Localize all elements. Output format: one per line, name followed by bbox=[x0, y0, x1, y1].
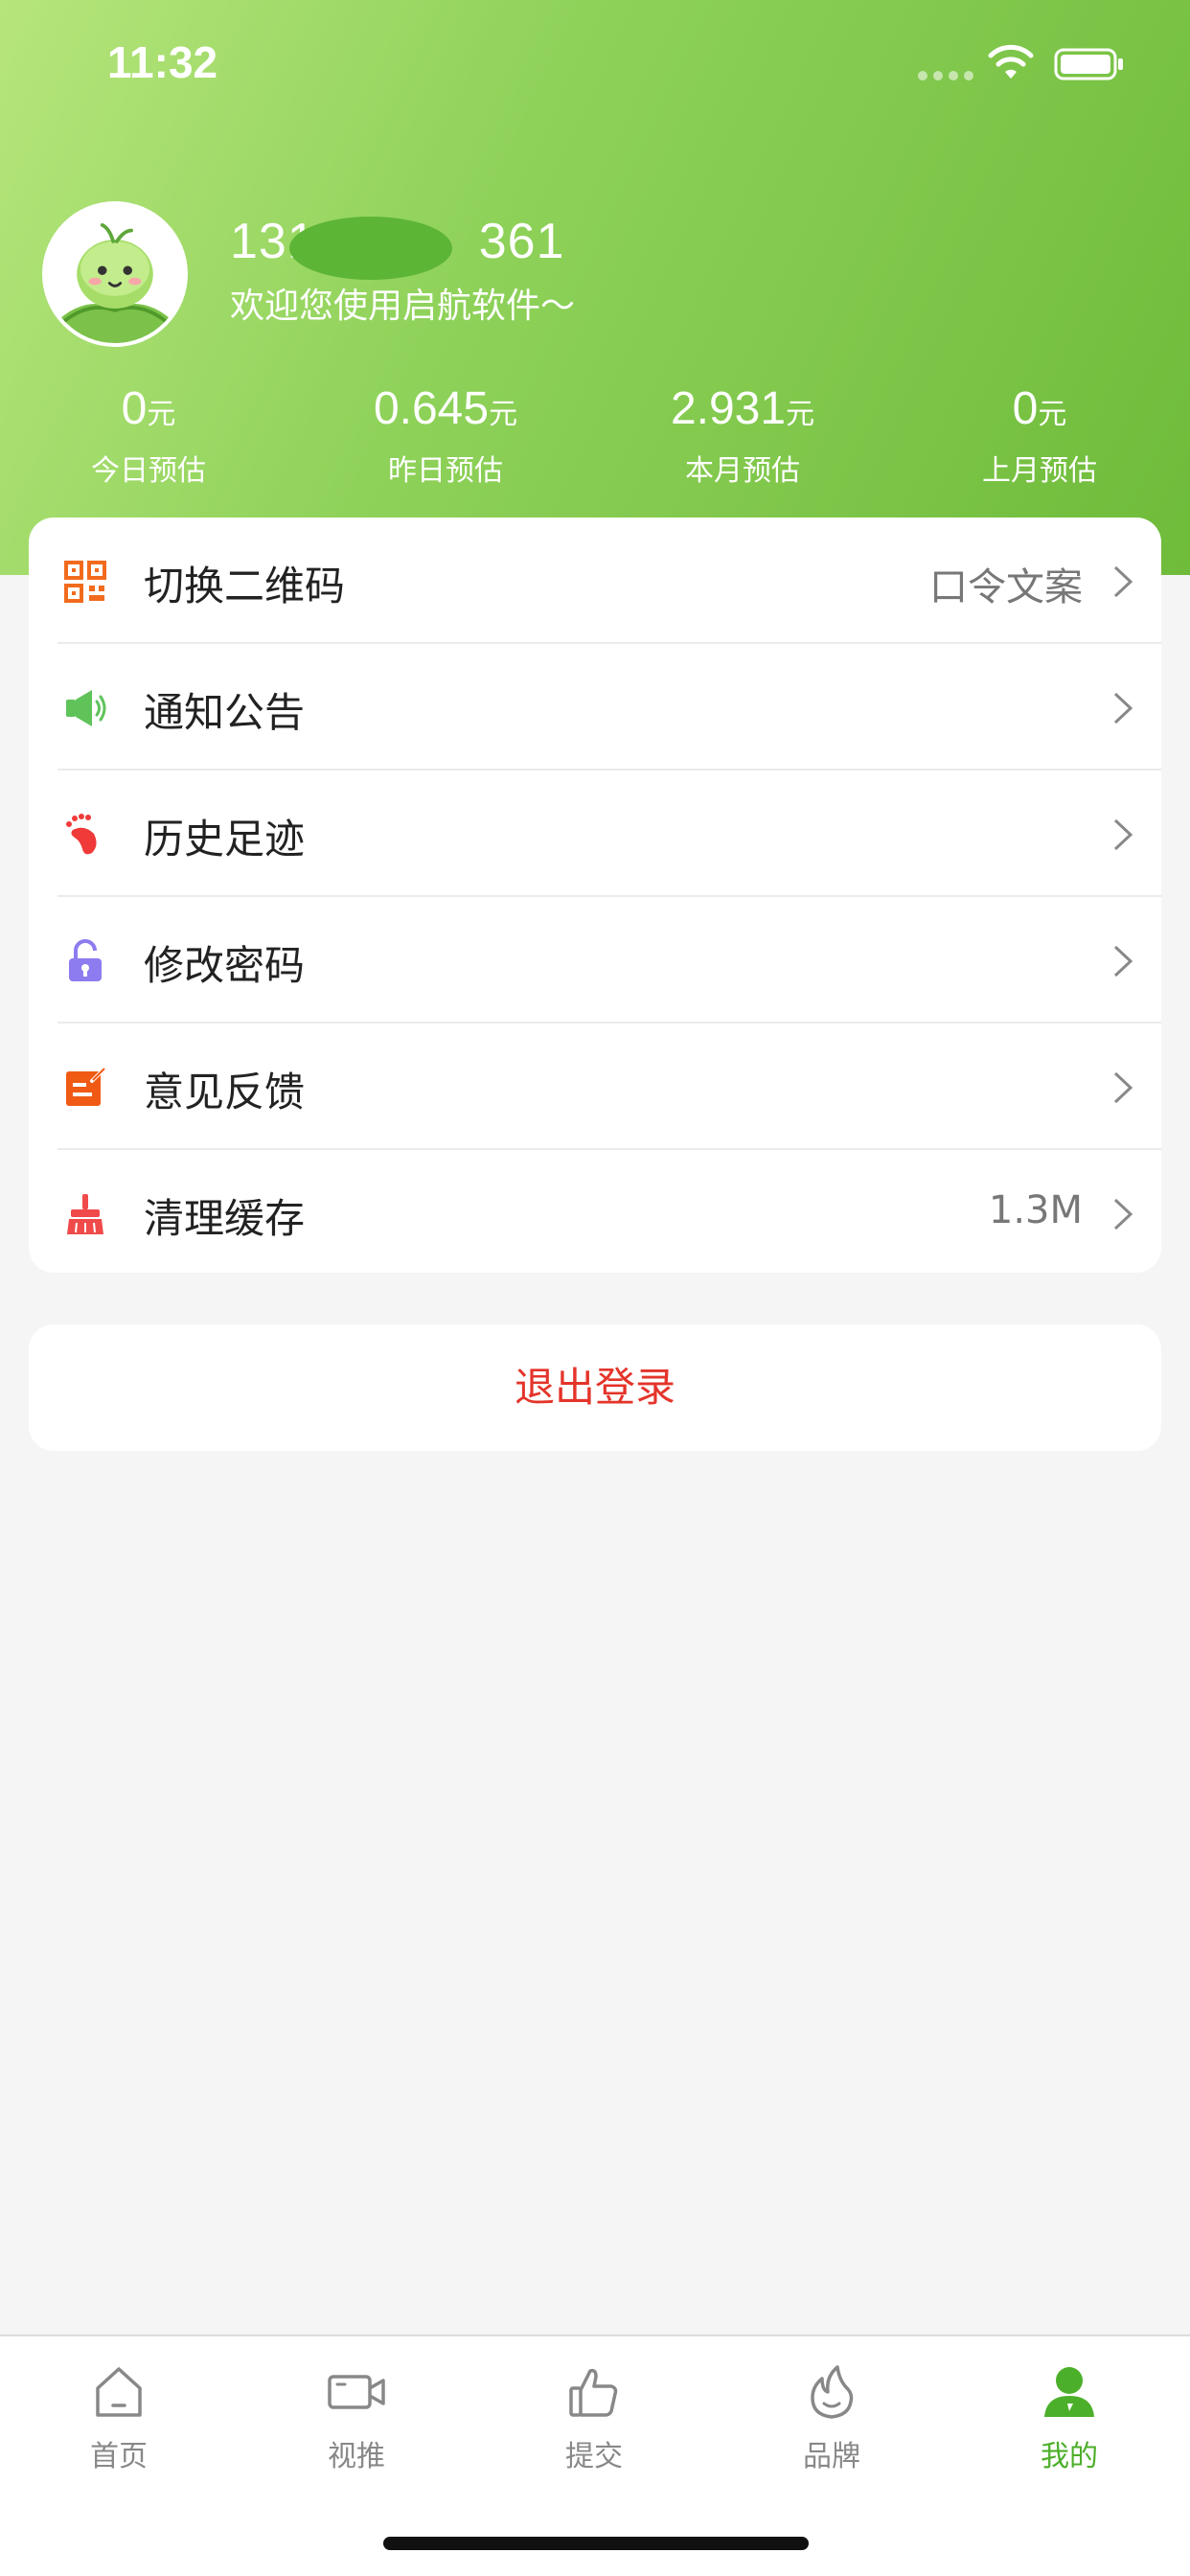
menu-item-label: 通知公告 bbox=[144, 689, 306, 736]
stat-today[interactable]: 0元 今日预估 bbox=[0, 381, 297, 489]
tab-home[interactable]: 首页 bbox=[0, 2361, 238, 2474]
menu-item-label: 意见反馈 bbox=[144, 1069, 306, 1116]
status-time: 11:32 bbox=[107, 37, 218, 87]
footprint-icon bbox=[66, 814, 97, 855]
wifi-icon bbox=[988, 44, 1034, 79]
stat-unit: 元 bbox=[147, 399, 176, 430]
status-bar: 11:32 bbox=[0, 0, 1190, 125]
tab-label: 视推 bbox=[328, 2440, 385, 2473]
thumbs-up-icon bbox=[569, 2368, 618, 2417]
tab-label: 品牌 bbox=[803, 2440, 860, 2473]
menu-item-announcements[interactable]: 通知公告 bbox=[29, 644, 1161, 770]
stat-label: 今日预估 bbox=[91, 453, 206, 488]
stat-unit: 元 bbox=[489, 399, 518, 430]
home-icon bbox=[96, 2367, 142, 2417]
menu-item-value: 口令文案 bbox=[929, 565, 1083, 610]
qr-code-icon bbox=[64, 561, 106, 603]
tab-video[interactable]: 视推 bbox=[238, 2361, 475, 2474]
menu-item-clear-cache[interactable]: 清理缓存 1.3M bbox=[29, 1150, 1161, 1273]
tab-submit[interactable]: 提交 bbox=[475, 2361, 713, 2474]
stat-value: 0 bbox=[1012, 383, 1039, 434]
menu-item-label: 修改密码 bbox=[144, 942, 306, 989]
chevron-right-icon bbox=[1113, 945, 1133, 978]
video-icon bbox=[328, 2375, 385, 2409]
stat-unit: 元 bbox=[786, 399, 815, 430]
tab-label: 提交 bbox=[565, 2440, 623, 2473]
flame-icon bbox=[811, 2365, 854, 2419]
menu-item-value: 1.3M bbox=[988, 1188, 1083, 1232]
menu-item-switch-qr[interactable]: 切换二维码 口令文案 bbox=[29, 518, 1161, 644]
logout-button[interactable]: 退出登录 bbox=[29, 1324, 1161, 1451]
chevron-right-icon bbox=[1113, 1198, 1133, 1230]
stat-value: 2.931 bbox=[670, 383, 787, 434]
lock-icon bbox=[69, 939, 102, 981]
menu-item-feedback[interactable]: 意见反馈 bbox=[29, 1024, 1161, 1150]
stat-label: 上月预估 bbox=[982, 453, 1097, 488]
menu-item-history[interactable]: 历史足迹 bbox=[29, 770, 1161, 897]
phone-redaction-mask bbox=[289, 217, 452, 280]
stat-value: 0 bbox=[121, 383, 148, 434]
avatar[interactable] bbox=[42, 201, 188, 347]
menu-item-label: 切换二维码 bbox=[144, 563, 346, 610]
battery-icon bbox=[1054, 48, 1123, 80]
stat-yesterday[interactable]: 0.645元 昨日预估 bbox=[297, 381, 594, 489]
settings-menu: 切换二维码 口令文案 通知公告 历史足迹 修改密码 意见反馈 清理缓存 1.3M bbox=[29, 518, 1161, 1273]
menu-item-label: 清理缓存 bbox=[144, 1195, 306, 1242]
stat-label: 本月预估 bbox=[685, 453, 800, 488]
tab-brand[interactable]: 品牌 bbox=[713, 2361, 950, 2474]
feedback-icon bbox=[66, 1068, 105, 1106]
megaphone-icon bbox=[66, 690, 106, 726]
stat-unit: 元 bbox=[1038, 399, 1067, 430]
welcome-text: 欢迎您使用启航软件～ bbox=[230, 287, 576, 326]
phone-suffix: 361 bbox=[478, 214, 565, 269]
chevron-right-icon bbox=[1113, 565, 1133, 598]
phone-number: 131 361 bbox=[230, 213, 565, 280]
chevron-right-icon bbox=[1113, 1071, 1133, 1104]
mascot-icon bbox=[55, 222, 175, 343]
logout-label: 退出登录 bbox=[514, 1364, 675, 1411]
stat-value: 0.645 bbox=[373, 383, 490, 434]
tab-label: 我的 bbox=[1041, 2440, 1098, 2473]
broom-icon bbox=[67, 1194, 103, 1234]
earnings-stats: 0元 今日预估 0.645元 昨日预估 2.931元 本月预估 0元 上月预估 bbox=[0, 381, 1190, 496]
menu-item-change-password[interactable]: 修改密码 bbox=[29, 897, 1161, 1024]
user-icon bbox=[1044, 2367, 1094, 2417]
chevron-right-icon bbox=[1113, 818, 1133, 851]
tab-label: 首页 bbox=[90, 2440, 148, 2473]
chevron-right-icon bbox=[1113, 692, 1133, 724]
cellular-signal-icon bbox=[918, 71, 973, 80]
stat-this-month[interactable]: 2.931元 本月预估 bbox=[594, 381, 891, 489]
tab-mine[interactable]: 我的 bbox=[950, 2361, 1188, 2474]
menu-item-label: 历史足迹 bbox=[144, 816, 306, 862]
stat-label: 昨日预估 bbox=[388, 453, 503, 488]
home-indicator bbox=[383, 2537, 809, 2550]
stat-last-month[interactable]: 0元 上月预估 bbox=[891, 381, 1188, 489]
